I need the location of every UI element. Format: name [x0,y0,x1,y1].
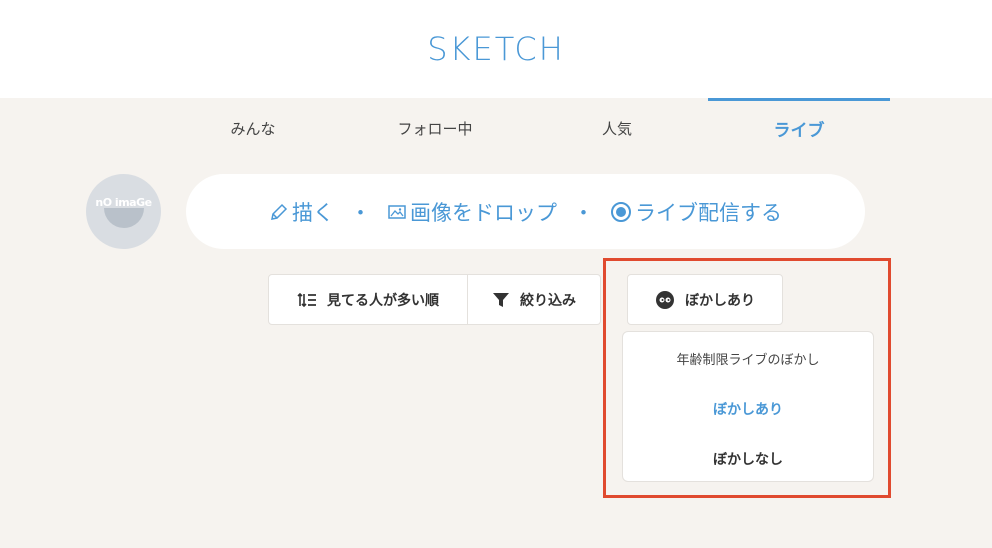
avatar[interactable]: nO imaGe [86,174,161,249]
sort-button[interactable]: 見てる人が多い順 [268,274,468,325]
tab-following[interactable]: フォロー中 [344,98,526,158]
live-broadcast-icon [610,201,632,223]
eyes-icon [655,290,675,310]
go-live-label: ライブ配信する [635,200,782,225]
app-header: SKETCH [0,0,992,98]
drop-image-label: 画像をドロップ [410,200,557,225]
dropdown-title: 年齢制限ライブのぼかし [676,352,820,368]
compose-bar: 描く ・ 画像をドロップ ・ ライブ配信する [186,174,865,249]
tab-bar: みんな フォロー中 人気 ライブ [0,98,992,158]
sort-label: 見てる人が多い順 [327,292,439,309]
filter-label: 絞り込み [520,292,576,309]
blur-off-option[interactable]: ぼかしなし [623,434,873,484]
blur-toggle-button[interactable]: ぼかしあり [627,274,783,325]
draw-label: 描く [292,200,334,225]
pencil-icon [269,202,289,222]
avatar-smile-shape [104,208,144,228]
go-live-button[interactable]: ライブ配信する [610,197,782,227]
blur-toggle-label: ぼかしあり [685,292,755,309]
list-controls: 見てる人が多い順 絞り込み ぼかしあり [268,274,783,325]
filter-icon [492,292,510,308]
image-icon [387,202,407,222]
filter-button[interactable]: 絞り込み [468,274,601,325]
tab-popular[interactable]: 人気 [526,98,708,158]
draw-button[interactable]: 描く [269,197,334,227]
tab-live[interactable]: ライブ [708,98,890,158]
tab-everyone[interactable]: みんな [162,98,344,158]
separator: ・ [573,200,594,225]
brand-logo[interactable]: SKETCH [427,30,565,68]
separator: ・ [350,200,371,225]
drop-image-button[interactable]: 画像をドロップ [387,197,557,227]
sort-icon [297,292,317,308]
blur-on-option[interactable]: ぼかしあり [623,384,873,434]
blur-dropdown-menu: 年齢制限ライブのぼかし ぼかしあり ぼかしなし [622,331,874,482]
